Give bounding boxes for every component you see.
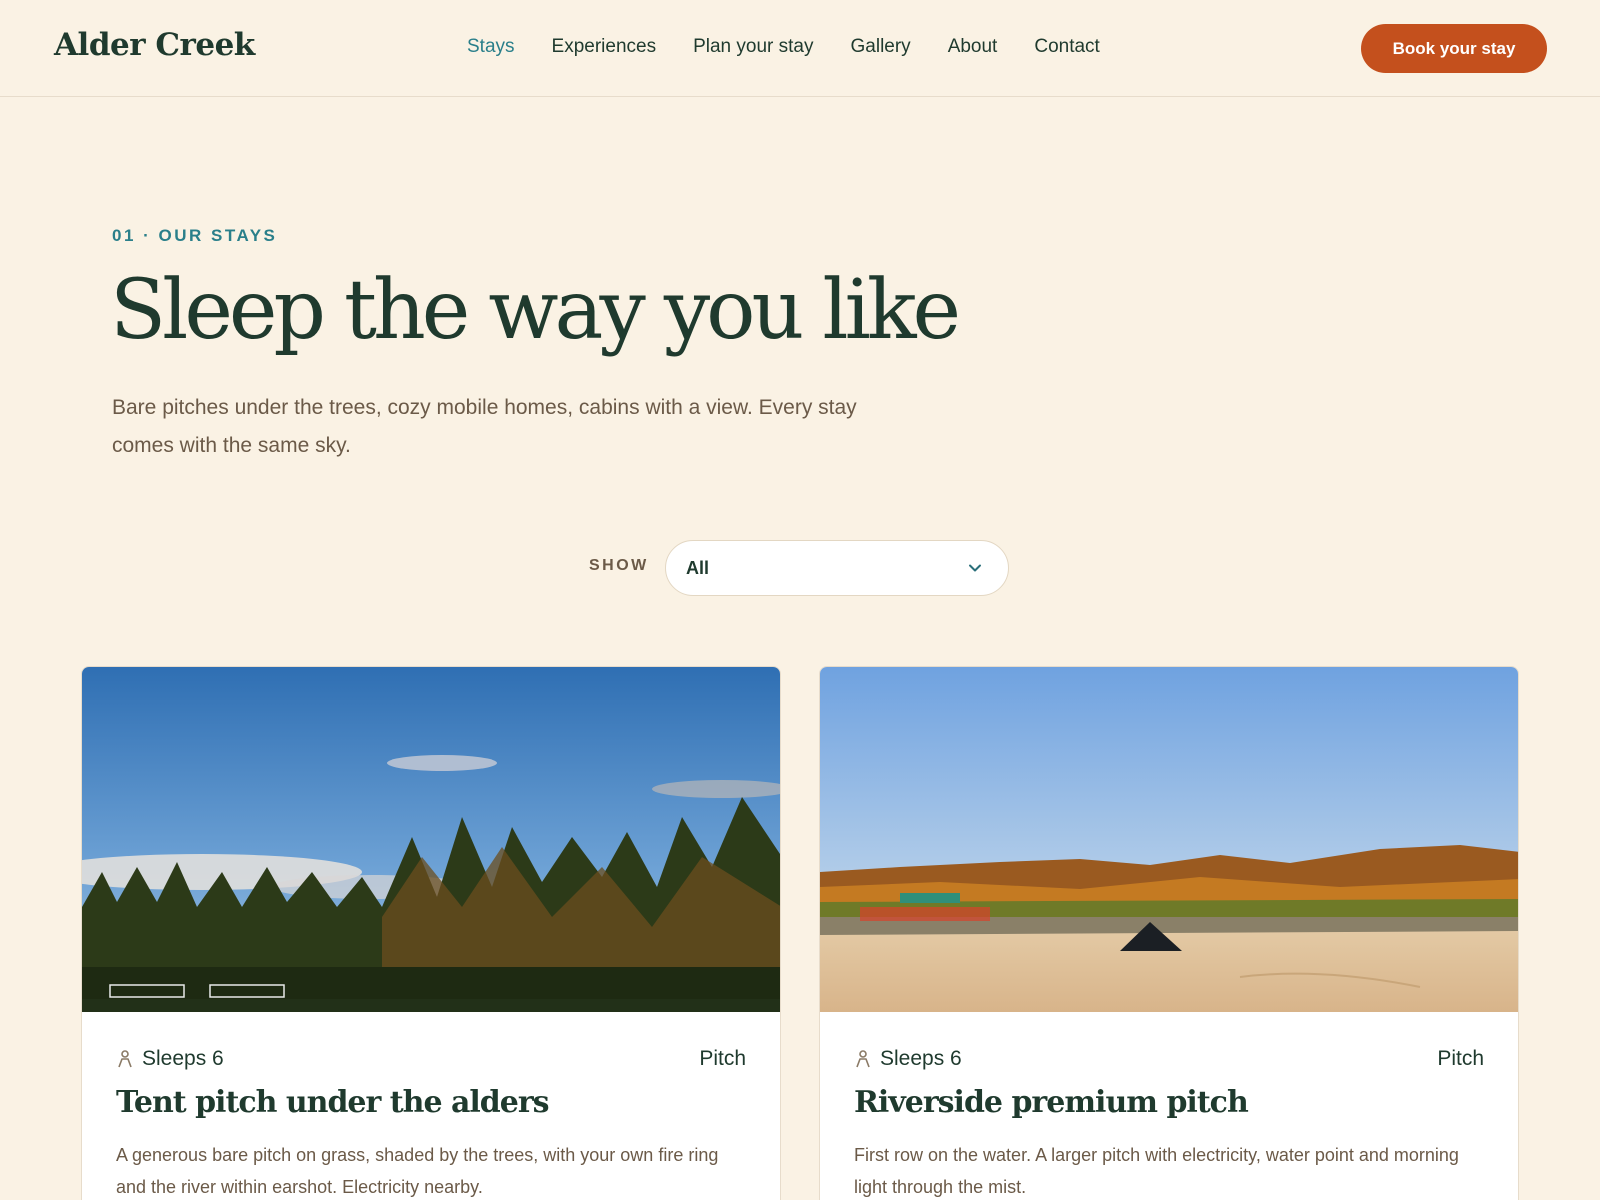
person-icon [118, 1050, 132, 1068]
main-nav: Stays Experiences Plan your stay Gallery… [467, 36, 1137, 58]
card-meta: Sleeps 6 Pitch [854, 1047, 1484, 1071]
site-header: Alder Creek Stays Experiences Plan your … [0, 0, 1600, 97]
stay-description: A generous bare pitch on grass, shaded b… [116, 1145, 719, 1197]
person-icon [856, 1050, 870, 1068]
stay-photo-riverside [820, 667, 1518, 1012]
stay-photo-forest [82, 667, 780, 1012]
section-eyebrow: 01 · OUR STAYS [112, 226, 278, 245]
sleeps-label: Sleeps 6 [142, 1047, 224, 1070]
hero-subtitle: Bare pitches under the trees, cozy mobil… [112, 396, 857, 457]
nav-contact[interactable]: Contact [1034, 36, 1099, 58]
nav-about[interactable]: About [948, 36, 998, 58]
sleeps-info: Sleeps 6 [854, 1047, 962, 1071]
stay-card[interactable]: Sleeps 6 Pitch Riverside premium pitch F… [819, 666, 1519, 1200]
select-value: All [686, 557, 710, 578]
card-meta: Sleeps 6 Pitch [116, 1047, 746, 1071]
stay-card[interactable]: Sleeps 6 Pitch Tent pitch under the alde… [81, 666, 781, 1200]
stay-type-label: Pitch [699, 1047, 746, 1070]
nav-stays[interactable]: Stays [467, 36, 515, 58]
stay-type-label: Pitch [1437, 1047, 1484, 1070]
site-logo[interactable]: Alder Creek [54, 27, 255, 63]
sleeps-info: Sleeps 6 [116, 1047, 224, 1071]
nav-experiences[interactable]: Experiences [552, 36, 657, 58]
nav-gallery[interactable]: Gallery [851, 36, 911, 58]
filter-label: SHOW [589, 557, 649, 574]
book-your-stay-button[interactable]: Book your stay [1361, 24, 1547, 73]
nav-plan-your-stay[interactable]: Plan your stay [693, 36, 813, 58]
stay-type-select[interactable]: All [665, 540, 1009, 596]
stay-description: First row on the water. A larger pitch w… [854, 1145, 1459, 1197]
page-title: Sleep the way you like [110, 263, 961, 358]
stay-title[interactable]: Tent pitch under the alders [116, 1085, 550, 1120]
stay-title[interactable]: Riverside premium pitch [854, 1085, 1249, 1120]
chevron-down-icon [969, 564, 981, 572]
sleeps-label: Sleeps 6 [880, 1047, 962, 1070]
